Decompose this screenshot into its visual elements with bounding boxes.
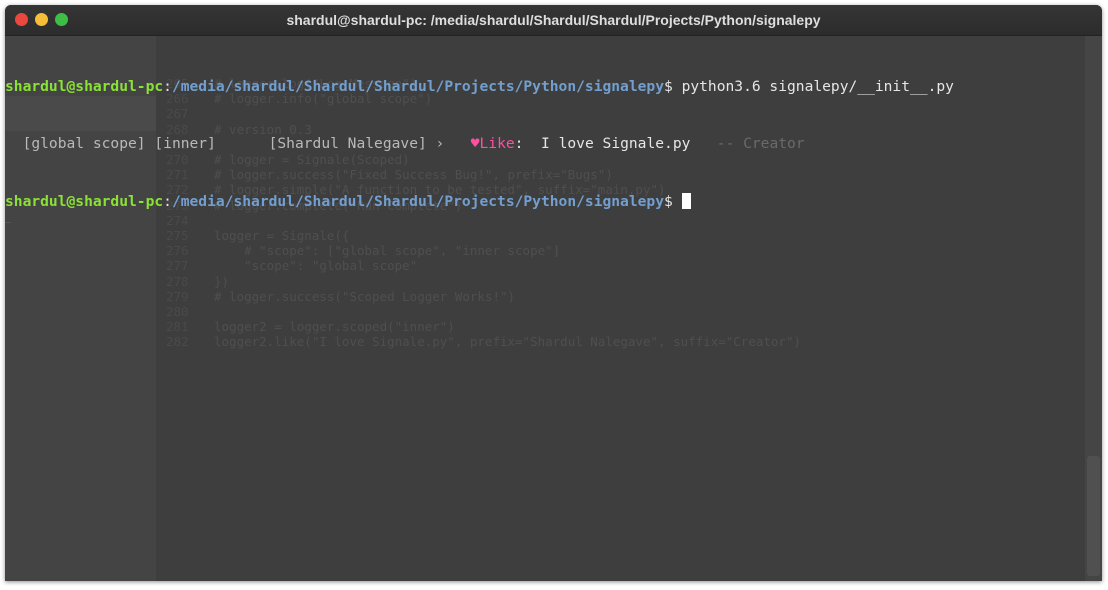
log-prefix: [Shardul Nalegave] [268, 135, 427, 153]
code-line: 279 # logger.success("Scoped Logger Works… [166, 289, 801, 304]
line-number: 280 [166, 304, 189, 320]
terminal-line-1: shardul@shardul-pc:/media/shardul/Shardu… [5, 77, 954, 96]
heart-icon: ♥ [470, 135, 480, 153]
log-message: I love Signale.py [523, 135, 691, 153]
terminal-window: shardul@shardul-pc: /media/shardul/Shard… [5, 5, 1102, 581]
code-line: 277 "scope": "global scope" [166, 258, 801, 273]
command-text: python3.6 signalepy/__init__.py [681, 77, 954, 95]
scrollbar-thumb[interactable] [1087, 456, 1100, 576]
title-bar: shardul@shardul-pc: /media/shardul/Shard… [5, 5, 1102, 36]
line-number: 279 [166, 288, 189, 304]
prompt-symbol: $ [663, 77, 682, 95]
scope-inner: [inner] [145, 135, 216, 153]
line-number: 282 [166, 334, 189, 350]
text-cursor [681, 193, 691, 210]
code-text: # logger.success("Scoped Logger Works!") [214, 288, 516, 304]
prompt-path: /media/shardul/Shardul/Shardul/Projects/… [171, 77, 664, 95]
scrollbar[interactable] [1085, 36, 1102, 581]
line-number: 278 [166, 273, 189, 289]
code-line: 280 [166, 304, 801, 319]
code-text: logger2.like("I love Signale.py", prefix… [214, 334, 801, 350]
code-line: 282 logger2.like("I love Signale.py", pre… [166, 334, 801, 349]
code-line: 278}) [166, 274, 801, 289]
code-line: 281 logger2 = logger.scoped("inner") [166, 319, 801, 334]
terminal-line-3: shardul@shardul-pc:/media/shardul/Shardu… [5, 192, 954, 211]
prompt-path: /media/shardul/Shardul/Shardul/Projects/… [171, 193, 664, 211]
prompt-colon: : [163, 77, 172, 95]
terminal-line-2: [global scope] [inner] [Shardul Nalegave… [5, 134, 954, 153]
code-text: logger2 = logger.scoped("inner") [214, 319, 455, 335]
prompt-symbol: $ [663, 193, 682, 211]
prompt-user: shardul@shardul-pc [5, 193, 164, 211]
terminal-output[interactable]: shardul@shardul-pc:/media/shardul/Shardu… [5, 38, 954, 250]
code-text: }) [214, 273, 230, 289]
scope-global: [global scope] [5, 135, 146, 153]
terminal-content[interactable]: 265 # logger.log("Log Message") 266 # logge… [5, 36, 1085, 581]
prompt-user: shardul@shardul-pc [5, 77, 164, 95]
line-number: 277 [166, 258, 189, 274]
log-type-like: Like [479, 135, 515, 153]
log-suffix: -- Creator [690, 135, 805, 153]
line-number: 281 [166, 319, 189, 335]
log-arrow: › [426, 135, 454, 153]
prompt-colon: : [163, 193, 172, 211]
window-title: shardul@shardul-pc: /media/shardul/Shard… [286, 12, 821, 28]
code-text: "scope": "global scope" [214, 258, 418, 274]
